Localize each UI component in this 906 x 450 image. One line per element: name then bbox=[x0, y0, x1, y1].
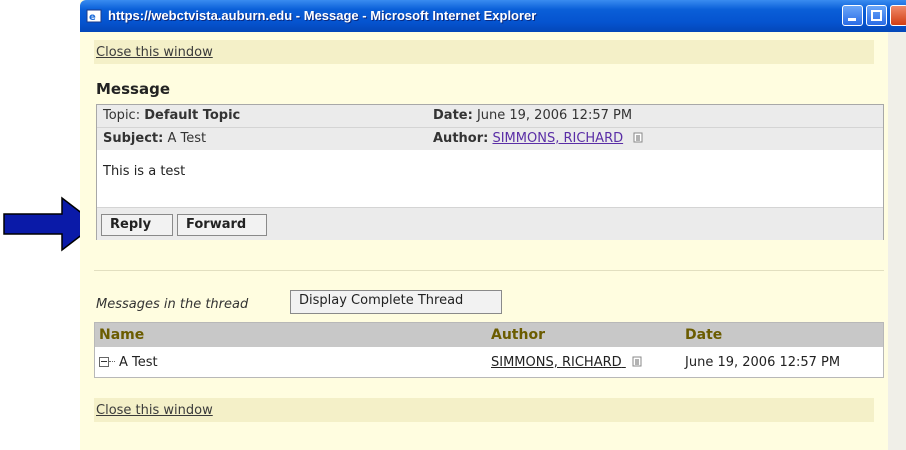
svg-text:e: e bbox=[89, 12, 96, 23]
browser-window: e https://webctvista.auburn.edu - Messag… bbox=[80, 0, 906, 450]
message-body: This is a test bbox=[103, 164, 186, 179]
thread-row-name[interactable]: A Test bbox=[119, 355, 158, 370]
close-icon[interactable] bbox=[890, 5, 906, 26]
maximize-icon[interactable] bbox=[866, 5, 887, 26]
author-link[interactable]: SIMMONS, RICHARD bbox=[492, 131, 623, 146]
thread-row-date: June 19, 2006 12:57 PM bbox=[685, 355, 841, 370]
date-value: June 19, 2006 12:57 PM bbox=[476, 108, 633, 123]
subject-row: Subject: A Test Author: SIMMONS, RICHARD bbox=[97, 128, 883, 150]
top-close-bar: Close this window bbox=[94, 40, 874, 64]
title-bar[interactable]: e https://webctvista.auburn.edu - Messag… bbox=[80, 0, 906, 32]
subject-label: Subject: bbox=[103, 131, 164, 146]
thread-label: Messages in the thread bbox=[96, 297, 249, 312]
date-label: Date: bbox=[433, 108, 473, 123]
thread-row-author[interactable]: SIMMONS, RICHARD bbox=[491, 355, 622, 370]
tree-connector bbox=[109, 361, 115, 362]
scrollbar[interactable] bbox=[888, 32, 906, 450]
message-heading: Message bbox=[96, 80, 170, 98]
close-window-link-bottom[interactable]: Close this window bbox=[96, 403, 213, 418]
column-header-name[interactable]: Name bbox=[99, 327, 144, 343]
table-row[interactable]: A Test SIMMONS, RICHARD June 19, 2006 12… bbox=[95, 351, 883, 375]
message-actions: Reply Forward bbox=[97, 207, 883, 240]
topic-row: Topic: Default Topic Date: June 19, 2006… bbox=[97, 105, 883, 128]
column-header-date[interactable]: Date bbox=[685, 327, 722, 343]
forward-button[interactable]: Forward bbox=[177, 214, 267, 236]
close-window-link-top[interactable]: Close this window bbox=[96, 45, 213, 60]
message-box: Topic: Default Topic Date: June 19, 2006… bbox=[96, 104, 884, 240]
divider bbox=[94, 270, 884, 271]
subject-value: A Test bbox=[167, 131, 207, 146]
minimize-icon[interactable] bbox=[842, 5, 863, 26]
ie-icon: e bbox=[86, 9, 102, 23]
column-header-author[interactable]: Author bbox=[491, 327, 545, 343]
vcard-icon[interactable] bbox=[633, 132, 643, 143]
thread-table: Name Author Date A Test SIMMONS, RICHARD… bbox=[94, 322, 884, 378]
reply-button[interactable]: Reply bbox=[101, 214, 173, 236]
bottom-close-bar: Close this window bbox=[94, 398, 874, 422]
window-title: https://webctvista.auburn.edu - Message … bbox=[108, 8, 537, 23]
display-complete-thread-button[interactable]: Display Complete Thread bbox=[290, 290, 502, 314]
thread-table-header: Name Author Date bbox=[95, 323, 883, 347]
vcard-icon[interactable] bbox=[632, 356, 642, 367]
author-label: Author: bbox=[433, 131, 489, 146]
topic-label: Topic: bbox=[103, 108, 141, 123]
topic-value: Default Topic bbox=[144, 108, 241, 123]
expand-icon[interactable] bbox=[99, 357, 109, 367]
